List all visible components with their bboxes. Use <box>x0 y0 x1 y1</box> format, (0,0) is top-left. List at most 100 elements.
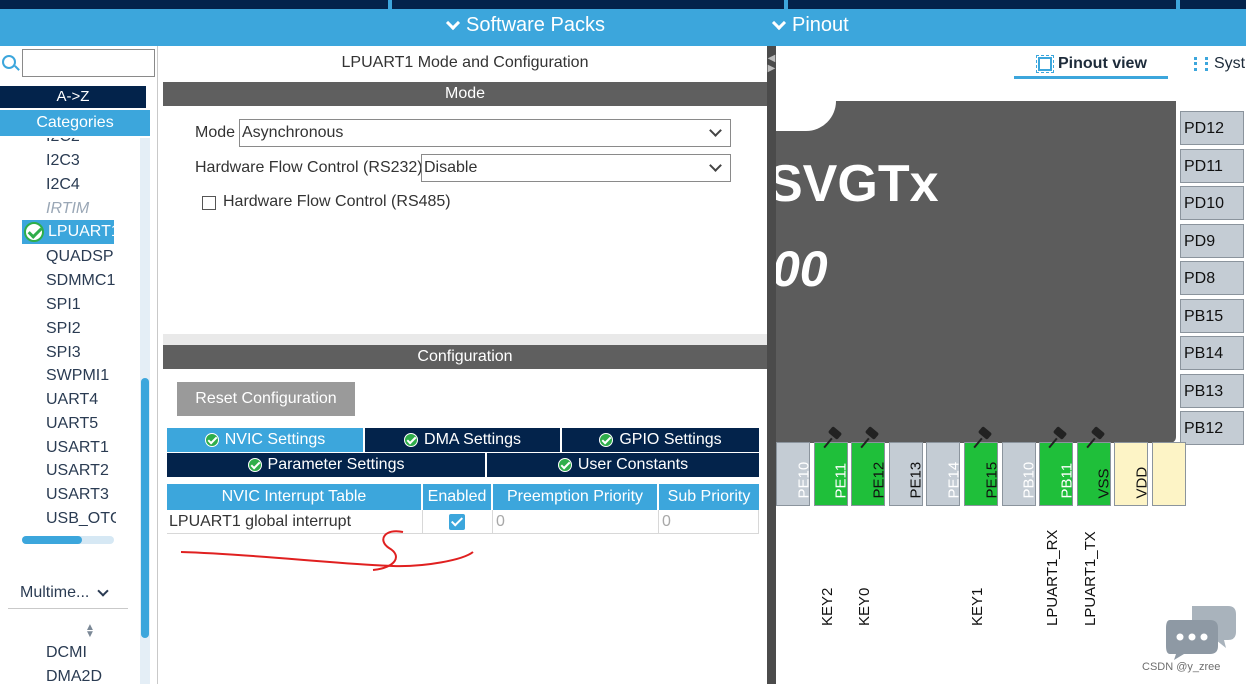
tab-nvic-settings[interactable]: NVIC Settings <box>167 428 365 452</box>
sort-icon[interactable]: ▲ ▼ <box>84 623 96 640</box>
pin-pb15[interactable]: PB15 <box>1180 298 1244 333</box>
sidebar-item-spi2[interactable]: SPI2 <box>46 320 81 338</box>
header-tab-strip <box>1180 0 1246 9</box>
pin-pb13[interactable]: PB13 <box>1180 373 1244 408</box>
tab-gpio-settings[interactable]: GPIO Settings <box>562 428 759 452</box>
watermark: CSDN @y_zree <box>1142 661 1221 673</box>
pin-label: PB11 <box>1058 462 1076 499</box>
pin-label: PE13 <box>907 461 925 499</box>
sidebar-item-usart1[interactable]: USART1 <box>46 439 109 457</box>
tab-user-constants[interactable]: User Constants <box>487 453 759 477</box>
signal-name: KEY1 <box>969 587 986 626</box>
mcu-chip-body <box>776 101 1176 443</box>
pin-signal-label: KEY1 <box>968 516 990 626</box>
pin-label: VSS <box>1095 468 1113 499</box>
preemption-priority-cell[interactable]: 0 <box>493 510 659 534</box>
tab-dma-settings[interactable]: DMA Settings <box>365 428 562 452</box>
pin-pd12[interactable]: PD12 <box>1180 111 1244 145</box>
sidebar-item-spi3[interactable]: SPI3 <box>46 344 81 362</box>
tab-pinout-view[interactable]: Pinout view <box>1036 55 1147 73</box>
check-circle-icon <box>24 222 44 242</box>
pin-label: PE15 <box>983 461 1001 499</box>
hwfc-rs232-select[interactable]: Disable <box>421 154 731 182</box>
sidebar-item-i2c2[interactable]: I2C2 <box>46 138 80 146</box>
mode-configuration-panel: LPUART1 Mode and Configuration Mode Mode… <box>163 46 775 684</box>
signal-name: KEY2 <box>818 587 836 626</box>
search-icon[interactable] <box>2 55 16 69</box>
chat-bubble-icon[interactable] <box>1166 600 1238 660</box>
tab-system-view[interactable]: Syst <box>1194 55 1245 73</box>
sidebar-item-uart4[interactable]: UART4 <box>46 391 98 409</box>
pin-signal-label: KEY0 <box>855 516 877 626</box>
sort-az-button[interactable]: A->Z <box>0 86 146 108</box>
pin-pb14[interactable]: PB14 <box>1180 336 1244 370</box>
pin-label: PB10 <box>1020 461 1038 499</box>
pin-label: PE11 <box>832 462 850 499</box>
categories-button[interactable]: Categories <box>0 110 150 136</box>
sidebar-item-lpuart1[interactable]: LPUART1 <box>22 220 114 244</box>
sidebar-item-i2c4[interactable]: I2C4 <box>46 176 80 194</box>
divider <box>8 608 128 609</box>
pin-pd11[interactable]: PD11 <box>1180 148 1244 183</box>
column-header-enabled[interactable]: Enabled <box>423 484 493 510</box>
sidebar-item-sdmmc1[interactable]: SDMMC1 <box>46 272 115 290</box>
mode-section-header: Mode <box>163 82 767 106</box>
multimedia-group-label: Multime... <box>20 584 90 601</box>
tab-parameter-settings[interactable]: Parameter Settings <box>167 453 487 477</box>
chip-package-text: 00 <box>776 241 828 297</box>
active-tab-indicator <box>1014 76 1168 79</box>
chevron-down-icon <box>771 15 787 30</box>
sidebar-item-label: LPUART1 <box>48 223 114 240</box>
pin-pb12[interactable]: PB12 <box>1180 411 1244 445</box>
sidebar-item-quadspi[interactable]: QUADSP <box>46 248 114 266</box>
signal-name: KEY0 <box>856 587 874 626</box>
column-header-sub-priority[interactable]: Sub Priority <box>659 484 759 510</box>
hwfc-rs485-checkbox[interactable] <box>202 196 216 210</box>
stm32cubemx-window: Software Packs Pinout A->Z Categories I2… <box>0 0 1246 684</box>
search-input[interactable] <box>22 49 155 77</box>
sidebar-item-spi1[interactable]: SPI1 <box>46 296 81 314</box>
collapse-arrow-icon[interactable]: ◀ ▶ <box>767 54 776 84</box>
signal-name: LPUART1_TX <box>1081 531 1099 626</box>
horizontal-scrollbar[interactable] <box>22 536 114 544</box>
category-sidebar: A->Z Categories I2C2 I2C3 I2C4 IRTIM LPU… <box>0 46 158 684</box>
check-circle-icon <box>204 433 219 447</box>
column-header-nvic-table[interactable]: NVIC Interrupt Table <box>167 484 423 510</box>
pin-pd9[interactable]: PD9 <box>1180 223 1244 258</box>
sidebar-item-irtim[interactable]: IRTIM <box>46 200 89 218</box>
mode-select-value: Asynchronous <box>242 124 344 141</box>
tab-label: GPIO Settings <box>619 431 722 448</box>
scrollbar-thumb[interactable] <box>22 536 82 544</box>
sidebar-item-usart2[interactable]: USART2 <box>46 462 109 480</box>
reset-configuration-button[interactable]: Reset Configuration <box>177 382 355 416</box>
panel-title: LPUART1 Mode and Configuration <box>341 54 589 71</box>
sidebar-item-dma2d[interactable]: DMA2D <box>46 668 102 684</box>
sidebar-item-swpmi1[interactable]: SWPMI1 <box>46 367 109 385</box>
mode-label: Mode <box>195 124 236 141</box>
column-header-preemption-priority[interactable]: Preemption Priority <box>493 484 659 510</box>
sidebar-item-i2c3[interactable]: I2C3 <box>46 152 80 170</box>
pin-pd8[interactable]: PD8 <box>1180 261 1244 295</box>
panel-splitter[interactable] <box>767 46 776 684</box>
sidebar-item-usart3[interactable]: USART3 <box>46 486 109 504</box>
peripheral-list: I2C2 I2C3 I2C4 IRTIM LPUART1 QUADSP SDMM… <box>0 138 140 528</box>
chevron-down-icon <box>97 584 110 597</box>
pinout-menu[interactable]: Pinout <box>771 14 849 37</box>
pin-vdd[interactable]: VDD <box>1134 442 1186 506</box>
chip-part-name: SVGTx <box>776 155 939 213</box>
mode-select[interactable]: Asynchronous <box>239 119 731 147</box>
vertical-scrollbar[interactable] <box>140 138 150 684</box>
software-packs-menu[interactable]: Software Packs <box>445 14 605 37</box>
pinout-label: Pinout <box>792 14 849 36</box>
multimedia-group-header[interactable]: Multime... <box>20 584 110 602</box>
pinout-view-panel: Pinout view Syst SVGTx 00 PD12 PD11 PD10 PD… <box>776 46 1246 684</box>
pin-pd10[interactable]: PD10 <box>1180 186 1244 220</box>
sidebar-item-dcmi[interactable]: DCMI <box>46 644 87 662</box>
scrollbar-thumb[interactable] <box>141 378 149 638</box>
sidebar-item-usb-otg[interactable]: USB_OTG <box>46 510 116 528</box>
configuration-section-header: Configuration <box>163 345 767 369</box>
header-tab-strip <box>0 0 388 9</box>
pin-label: PE12 <box>870 461 888 499</box>
sidebar-item-uart5[interactable]: UART5 <box>46 415 98 433</box>
sub-priority-cell[interactable]: 0 <box>659 510 759 534</box>
